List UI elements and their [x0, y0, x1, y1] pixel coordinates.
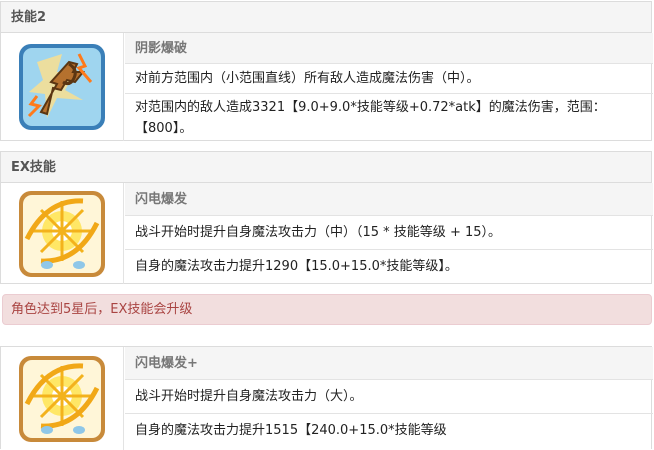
- skill2-desc2: 对范围内的敌人造成3321【9.0+9.0*技能等级+0.72*atk】的魔法伤…: [125, 94, 653, 141]
- ex-name: 闪电爆发: [125, 183, 653, 216]
- skill2-name: 阴影爆破: [125, 33, 653, 64]
- ex-desc1: 战斗开始时提升自身魔法攻击力（中）（15 * 技能等级 + 15）。: [125, 216, 653, 250]
- lightning-burst-icon: [19, 355, 105, 442]
- explus-panel: 闪电爆发+ 战斗开始时提升自身魔法攻击力（大）。 自身的魔法攻击力提升1515【…: [0, 346, 653, 450]
- ex-desc2: 自身的魔法攻击力提升1290【15.0+15.0*技能等级】。: [135, 259, 458, 274]
- upgrade-notice: 角色达到5星后，EX技能会升级: [2, 294, 652, 325]
- lightning-burst-icon: [19, 190, 105, 277]
- ex-icon-cell: [1, 183, 124, 284]
- skill2-desc2-line2: 【800】。: [135, 121, 193, 136]
- ex-panel: EX技能 闪电爆发 战斗开始时提升自身魔法攻击力（中）（15 * 技能等级 + …: [0, 151, 653, 284]
- skill2-desc2-line1: 对范围内的敌人造成3321【9.0+9.0*技能等级+0.72*atk】的魔法伤…: [135, 100, 606, 115]
- skill2-desc1: 对前方范围内（小范围直线）所有敌人造成魔法伤害（中）。: [125, 64, 653, 94]
- skill2-icon-cell: [1, 33, 124, 141]
- skill2-panel: 技能2 阴影爆破 对前方范围内（小范围直线）所有敌人造成魔法伤害（中）。 对范围…: [0, 1, 653, 141]
- explus-desc2: 自身的魔法攻击力提升1515【240.0+15.0*技能等级: [135, 423, 447, 438]
- ex-header: EX技能: [1, 152, 651, 183]
- skill2-header: 技能2: [1, 2, 651, 33]
- magic-explosion-icon: [19, 44, 105, 130]
- explus-icon-cell: [1, 347, 124, 450]
- explus-desc1: 战斗开始时提升自身魔法攻击力（大）。: [125, 380, 653, 414]
- explus-name: 闪电爆发+: [125, 347, 653, 380]
